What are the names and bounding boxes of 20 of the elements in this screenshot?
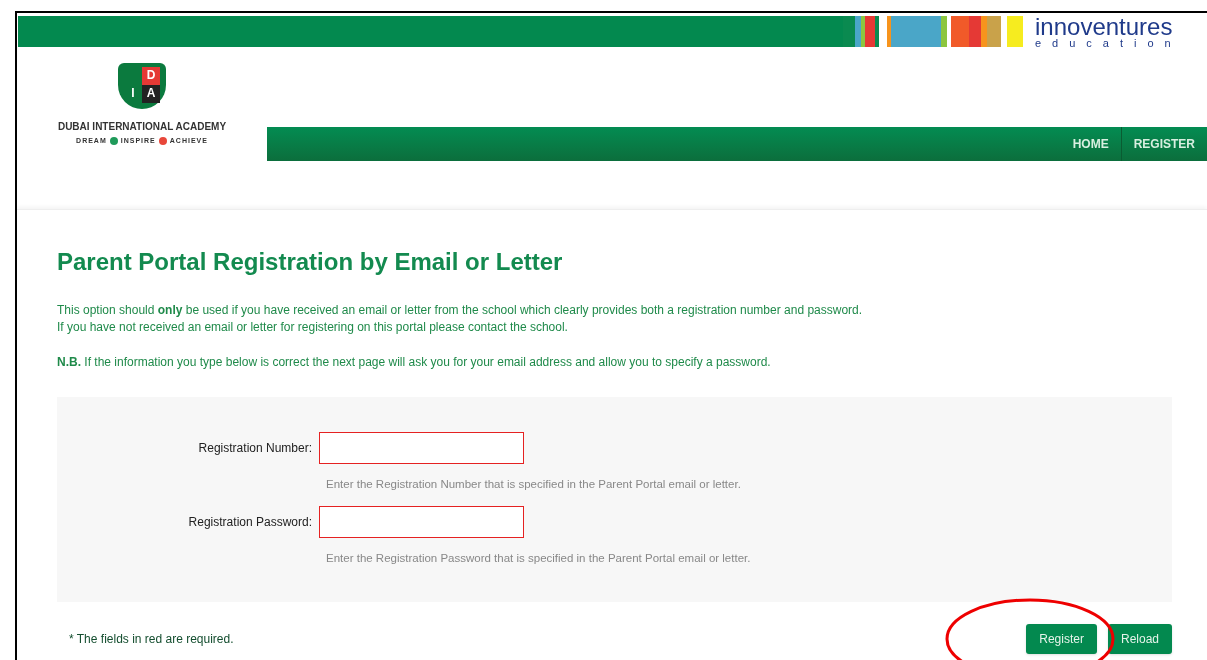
school-name: DUBAI INTERNATIONAL ACADEMY xyxy=(57,120,227,134)
page-title: Parent Portal Registration by Email or Letter xyxy=(57,247,564,277)
intro-text: This option should only be used if you have received an email or letter from the school which clearly provides both a registration number and password. xyxy=(57,303,863,317)
shield-letter: A xyxy=(142,85,160,103)
shield-letter: D xyxy=(142,67,160,85)
intro-text: If you have not received an email or letter for registering on this portal please contact the school. xyxy=(57,320,568,334)
field-hint: Enter the Registration Number that is specified in the Parent Portal email or letter. xyxy=(326,477,742,492)
note-text: N.B. If the information you type below is correct the next page will ask you for your email address and allow you to specify a password. xyxy=(57,355,771,369)
input-field[interactable] xyxy=(319,506,524,539)
field-label: Registration Number: xyxy=(197,440,313,457)
shield-letter: I xyxy=(130,85,136,102)
brand-logo: innoventures education xyxy=(1034,16,1183,49)
field-hint: Enter the Registration Password that is specified in the Parent Portal email or letter. xyxy=(326,551,752,567)
required-note: * The fields in red are required. xyxy=(69,631,234,648)
nav-link[interactable]: REGISTER xyxy=(1120,127,1207,161)
form-button[interactable]: Reload xyxy=(1107,624,1172,654)
form-button[interactable]: Register xyxy=(1026,624,1097,654)
input-field[interactable] xyxy=(319,432,524,464)
field-label: Registration Password: xyxy=(187,514,313,532)
nav-link[interactable]: HOME xyxy=(1060,127,1121,161)
